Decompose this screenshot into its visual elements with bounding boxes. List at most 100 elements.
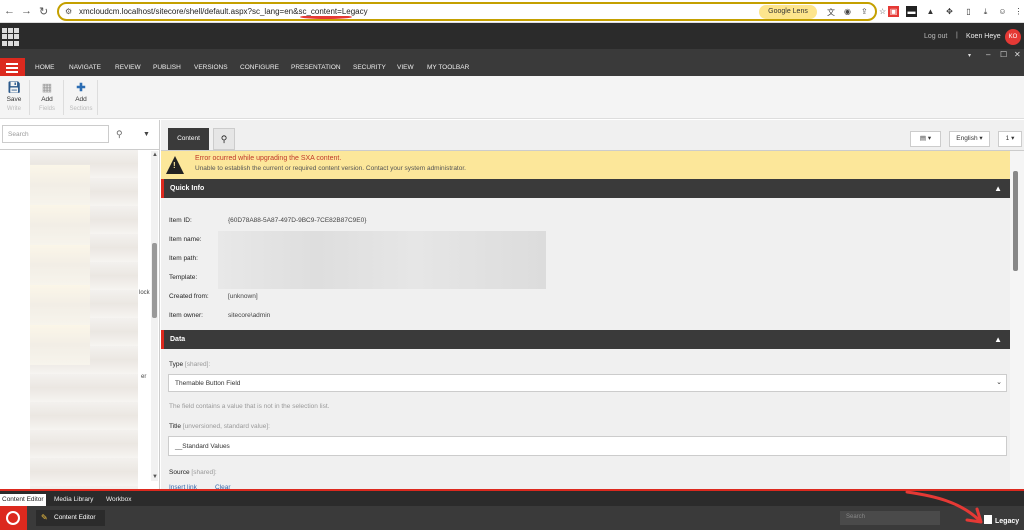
address-bar[interactable]: ⚙ xmcloudcm.localhost/sitecore/shell/def… — [57, 2, 886, 21]
puzzle-icon[interactable]: ✥ — [944, 6, 955, 17]
item-name-label: Item name: — [169, 236, 202, 243]
version-value: 1 — [1005, 135, 1010, 142]
tab-home[interactable]: HOME — [35, 64, 55, 71]
legacy-label: Legacy — [995, 518, 1020, 525]
tab-my-toolbar[interactable]: MY TOOLBAR — [427, 64, 469, 71]
username: Koen Heye — [966, 33, 1001, 40]
ribbon-divider — [29, 80, 30, 115]
sitecore-start-icon[interactable] — [0, 506, 27, 530]
chevron-up-icon[interactable]: ▲ — [994, 184, 1002, 193]
site-info-icon[interactable]: ⚙ — [65, 7, 72, 16]
logout-link[interactable]: Log out — [924, 33, 947, 40]
reload-icon[interactable]: ↻ — [39, 5, 48, 18]
group-fields-label: Fields — [38, 106, 55, 112]
tab-security[interactable]: SECURITY — [353, 64, 386, 71]
ribbon-divider — [63, 80, 64, 115]
tree-search-input[interactable]: Search — [2, 125, 109, 143]
section-title: Data — [170, 336, 186, 343]
section-title: Quick Info — [170, 185, 205, 192]
group-write-label: Write — [7, 106, 21, 112]
tab-media-library[interactable]: Media Library — [54, 494, 93, 506]
hamburger-menu-icon[interactable] — [0, 58, 25, 76]
tab-content[interactable]: Content — [168, 128, 209, 150]
bottom-tab-bar: Content Editor Media Library Workbox — [0, 491, 1024, 506]
tree-item-fragment[interactable]: er — [141, 374, 146, 380]
tab-publish[interactable]: PUBLISH — [153, 64, 181, 71]
profile-icon[interactable]: ☺ — [997, 6, 1008, 17]
legacy-button[interactable]: Legacy — [984, 515, 1019, 525]
extension-icon[interactable]: ▬ — [906, 6, 917, 17]
tab-presentation[interactable]: PRESENTATION — [291, 64, 341, 71]
language-dropdown[interactable]: English ▾ — [949, 131, 990, 147]
blurred-values — [218, 231, 546, 289]
plus-icon: ✚ — [76, 82, 86, 94]
add-section-button[interactable]: ✚ Add Sections — [67, 82, 95, 112]
section-data[interactable]: Data ▲ — [161, 330, 1010, 349]
scroll-up-icon[interactable]: ▲ — [152, 152, 158, 158]
google-lens-button[interactable]: Google Lens — [759, 5, 817, 19]
extension-icon[interactable]: ▲ — [925, 6, 936, 17]
back-icon[interactable]: ← — [4, 5, 15, 17]
title-input[interactable]: __Standard Values — [168, 436, 1007, 456]
taskbar-item-label: Content Editor — [54, 514, 96, 521]
translate-icon[interactable]: 文 — [827, 7, 835, 18]
group-sections-label: Sections — [69, 106, 93, 112]
extension-icon[interactable]: ▣ — [888, 6, 899, 17]
add-field-button[interactable]: ▦ Add Fields — [33, 82, 61, 112]
launchpad-grid-icon[interactable] — [2, 28, 20, 46]
template-label: Template: — [169, 274, 198, 281]
scroll-down-icon[interactable]: ▼ — [152, 474, 158, 480]
legacy-icon — [984, 515, 992, 524]
menu-dots-icon[interactable]: ⋮ — [1013, 6, 1024, 17]
editor-scrollbar[interactable] — [1010, 151, 1024, 490]
chevron-down-icon[interactable]: ▼ — [143, 131, 150, 138]
ribbon: 💾︎ Save Write ▦ Add Fields ✚ Add Section… — [0, 76, 1024, 119]
tab-view[interactable]: VIEW — [397, 64, 414, 71]
tab-content-editor[interactable]: Content Editor — [0, 494, 46, 506]
warning-title: Error ocurred while upgrading the SXA co… — [195, 155, 342, 162]
chevron-up-icon[interactable]: ▲ — [994, 335, 1002, 344]
item-path-label: Item path: — [169, 255, 198, 262]
save-label: Save — [6, 96, 22, 103]
label-text: Title — [169, 423, 182, 430]
search-placeholder: Search — [846, 514, 866, 520]
type-value: Themable Button Field — [175, 380, 241, 387]
taskbar-content-editor[interactable]: ✎ Content Editor — [36, 510, 105, 526]
tab-review[interactable]: REVIEW — [115, 64, 141, 71]
pencil-icon: ✎ — [41, 513, 48, 522]
forward-icon[interactable]: → — [21, 5, 32, 17]
chevron-down-icon: ⌄ — [996, 379, 1002, 386]
incognito-eye-icon[interactable]: ◉ — [844, 7, 851, 16]
share-icon[interactable]: ⇪ — [861, 7, 868, 16]
item-id-label: Item ID: — [169, 217, 192, 224]
tab-workbox[interactable]: Workbox — [106, 494, 132, 506]
annotation-arrow — [905, 490, 983, 524]
save-button[interactable]: 💾︎ Save Write — [0, 82, 28, 112]
version-dropdown[interactable]: 1 ▾ — [998, 131, 1022, 147]
title-value: __Standard Values — [175, 443, 230, 450]
avatar[interactable]: KO — [1005, 29, 1021, 45]
tab-versions[interactable]: VERSIONS — [194, 64, 228, 71]
sitecore-header: Log out | Koen Heye KO — [0, 23, 1024, 49]
tab-configure[interactable]: CONFIGURE — [240, 64, 279, 71]
section-quick-info[interactable]: Quick Info ▲ — [161, 179, 1010, 198]
label-note: [shared]: — [184, 361, 211, 368]
type-validation-message: The field contains a value that is not i… — [169, 403, 330, 410]
label-note: [unversioned, standard value]: — [182, 423, 270, 430]
sidebar-icon[interactable]: ▯ — [963, 6, 974, 17]
annotation-underline — [300, 15, 352, 19]
content-editor-panel: Content ⚲ ▤ ▾ English ▾ 1 ▾ ! Error ocur… — [161, 120, 1024, 491]
tree-scrollbar[interactable] — [151, 151, 158, 481]
download-icon[interactable]: ⤓ — [980, 6, 991, 17]
search-tab-icon[interactable]: ⚲ — [213, 128, 235, 150]
warning-exclamation: ! — [173, 161, 176, 170]
tree-item-fragment[interactable]: lock — [139, 290, 150, 296]
search-icon[interactable]: ⚲ — [116, 129, 123, 140]
item-id-value: {60D78A88-5A87-497D-9BC9-7CE82B87C9E0} — [228, 217, 367, 224]
warning-banner: ! Error ocurred while upgrading the SXA … — [161, 151, 1010, 179]
type-select[interactable]: Themable Button Field ⌄ — [168, 374, 1007, 392]
created-from-value: [unknown] — [228, 293, 258, 300]
layout-dropdown[interactable]: ▤ ▾ — [910, 131, 941, 147]
tab-navigate[interactable]: NAVIGATE — [69, 64, 101, 71]
bookmark-star-icon[interactable]: ☆ — [879, 7, 886, 16]
